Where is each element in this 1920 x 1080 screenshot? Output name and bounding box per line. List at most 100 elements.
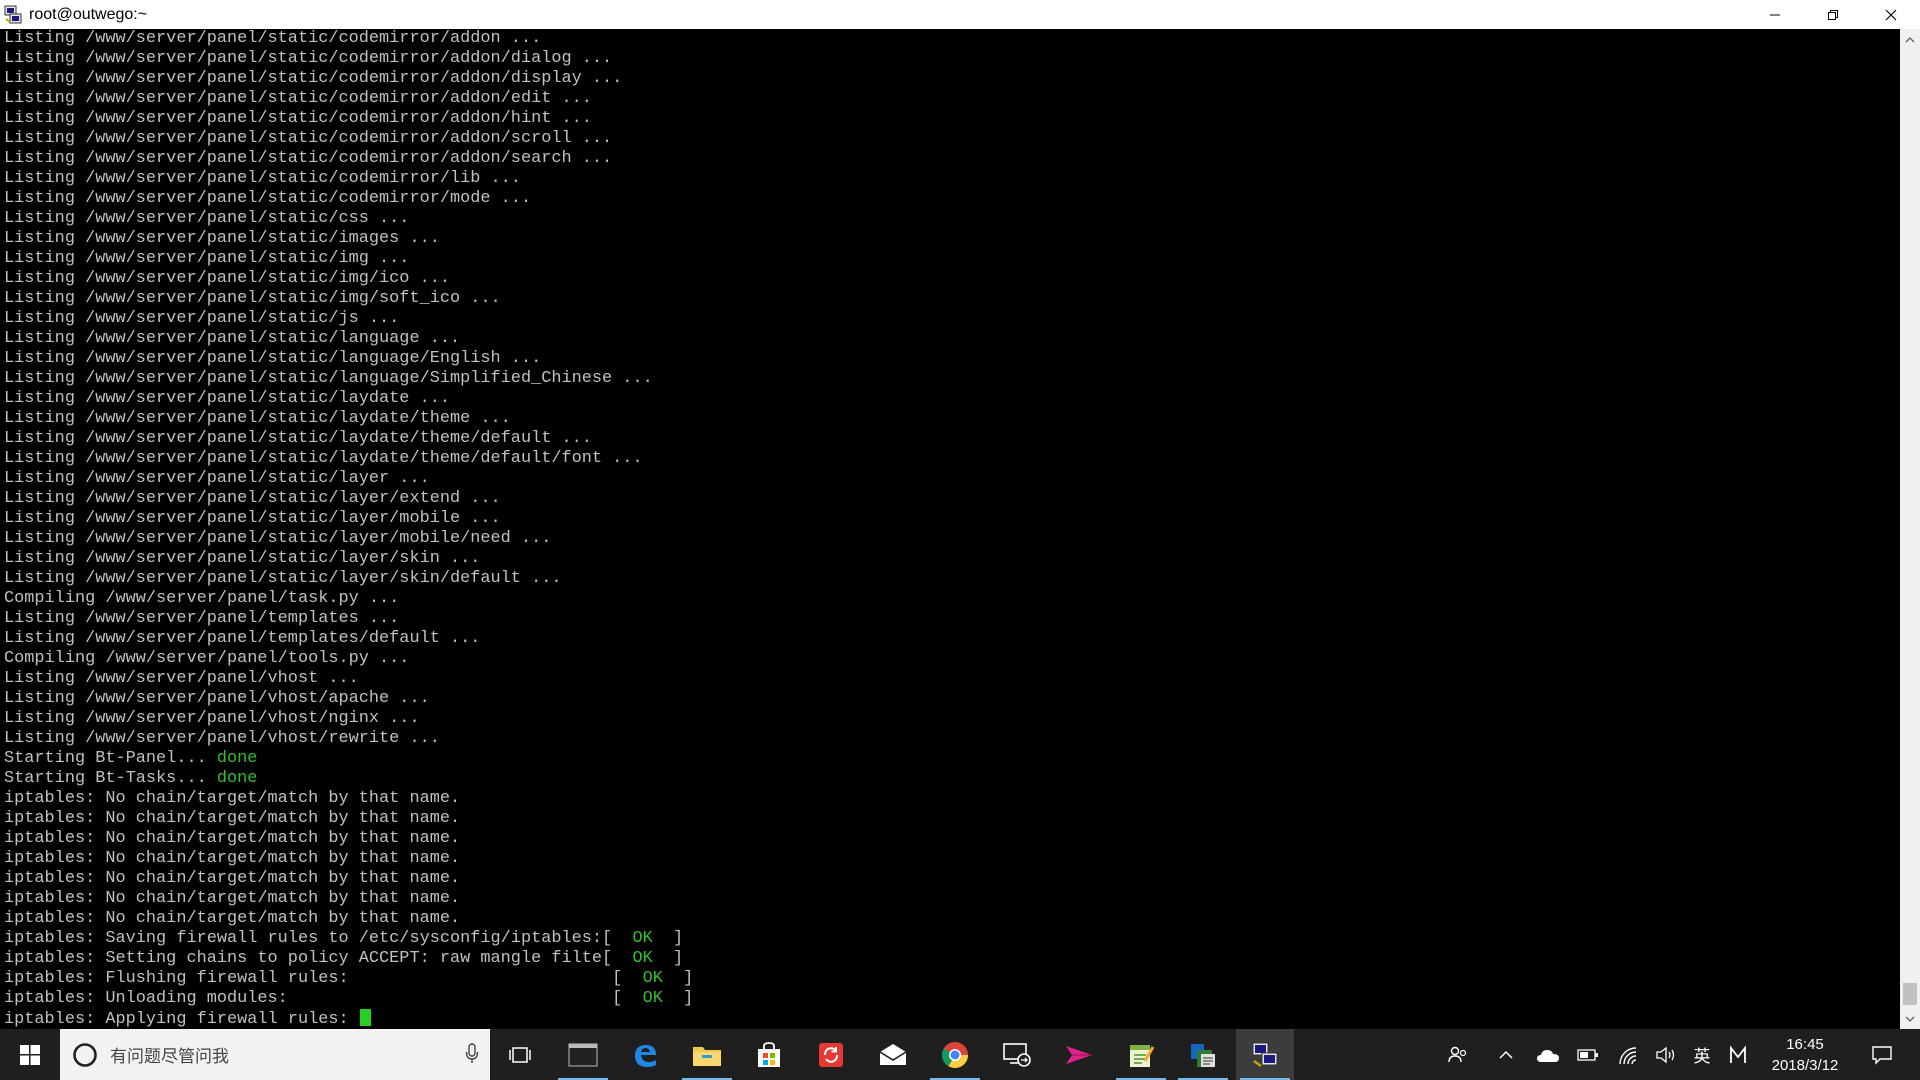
terminal-line-text: Listing /www/server/panel/static/laydate… [4,429,592,448]
terminal-line-text: iptables: Saving firewall rules to /etc/… [4,929,633,948]
chevron-down-icon [1905,1016,1915,1022]
taskbar-app-chrome[interactable] [926,1029,984,1080]
terminal-line: Listing /www/server/panel/static/codemir… [4,189,1900,209]
terminal-line-text: Listing /www/server/panel/static/codemir… [4,189,532,208]
terminal-line-text: Listing /www/server/panel/static/js ... [4,309,400,328]
terminal-line-text: iptables: No chain/target/match by that … [4,909,461,928]
onedrive-button[interactable] [1530,1029,1566,1080]
terminal-line-text: iptables: Flushing firewall rules: [ [4,969,643,988]
terminal-line-text: Listing /www/server/panel/static/layer .… [4,469,430,488]
terminal-line-text: Listing /www/server/panel/static/codemir… [4,169,521,188]
action-center-button[interactable] [1862,1029,1902,1080]
terminal-line: iptables: No chain/target/match by that … [4,889,1900,909]
clock-date: 2018/3/12 [1771,1057,1839,1074]
taskbar-app-putty[interactable] [1236,1029,1294,1080]
network-button[interactable] [1612,1029,1644,1080]
notification-icon [1872,1045,1892,1065]
taskbar-app-edge[interactable] [616,1029,674,1080]
terminal-line-text: Listing /www/server/panel/templates ... [4,609,400,628]
terminal-line: Listing /www/server/panel/static/js ... [4,309,1900,329]
scroll-thumb[interactable] [1903,983,1917,1005]
terminal-line: Listing /www/server/panel/static/images … [4,229,1900,249]
battery-icon [1577,1048,1598,1061]
mail-icon [879,1043,907,1065]
taskbar-app-send[interactable] [1050,1029,1108,1080]
terminal-line-text: Listing /www/server/panel/static/languag… [4,369,653,388]
putty-icon [4,5,22,23]
vertical-scrollbar[interactable] [1900,29,1920,1029]
store-icon [758,1041,780,1067]
terminal-lines: Listing /www/server/panel/static/codemir… [0,29,1900,1029]
terminal-line-text: Listing /www/server/panel/static/layer/s… [4,549,481,568]
terminal-status: OK [642,989,663,1008]
people-button[interactable] [1440,1029,1476,1080]
terminal-line-text: Listing /www/server/panel/static/laydate… [4,409,511,428]
terminal-line-text: Compiling /www/server/panel/task.py ... [4,589,400,608]
taskbar-app-terminal[interactable] [554,1029,612,1080]
show-hidden-icons-button[interactable] [1490,1029,1522,1080]
terminal-line: Listing /www/server/panel/static/layer/e… [4,489,1900,509]
terminal-line: Listing /www/server/panel/static/codemir… [4,149,1900,169]
battery-button[interactable] [1572,1029,1604,1080]
terminal-line-text: Listing /www/server/panel/static/codemir… [4,129,613,148]
taskbar-app-mail[interactable] [864,1029,922,1080]
scroll-up-button[interactable] [1900,31,1920,48]
terminal-line: Listing /www/server/panel/static/codemir… [4,129,1900,149]
volume-button[interactable] [1650,1029,1682,1080]
terminal-line-text: Listing /www/server/panel/static/codemir… [4,49,613,68]
terminal-line-text: Listing /www/server/panel/static/languag… [4,329,461,348]
terminal-line-tail: ] [662,969,694,988]
terminal-line-text: Listing /www/server/panel/static/codemir… [4,29,542,48]
terminal-line-text: Listing /www/server/panel/static/img/ico… [4,269,450,288]
minimize-button[interactable] [1746,0,1804,29]
terminal-output[interactable]: Listing /www/server/panel/static/codemir… [0,29,1900,1029]
terminal-line-text: iptables: No chain/target/match by that … [4,889,461,908]
terminal-status: OK [632,929,653,948]
terminal-line-text: Listing /www/server/panel/vhost ... [4,669,359,688]
terminal-line-text: Listing /www/server/panel/static/layer/e… [4,489,501,508]
input-language-indicator[interactable]: 英 [1688,1029,1716,1080]
clock[interactable]: 16:45 2018/3/12 [1762,1029,1848,1080]
terminal-status: done [216,769,258,788]
close-button[interactable] [1862,0,1920,29]
terminal-line: Listing /www/server/panel/static/img ... [4,249,1900,269]
terminal-line-text: Starting Bt-Tasks... [4,769,217,788]
terminal-line: iptables: No chain/target/match by that … [4,829,1900,849]
chrome-icon [941,1041,969,1068]
terminal-line: Listing /www/server/panel/static/css ... [4,209,1900,229]
terminal-line: iptables: No chain/target/match by that … [4,789,1900,809]
terminal-line: Starting Bt-Panel... done [4,749,1900,769]
terminal-line: iptables: Setting chains to policy ACCEP… [4,949,1900,969]
taskbar-app-sync[interactable] [802,1029,860,1080]
terminal-status: OK [642,969,663,988]
taskbar-app-notepad[interactable] [1112,1029,1170,1080]
microphone-icon[interactable] [464,1042,480,1066]
terminal-line: Listing /www/server/panel/static/codemir… [4,29,1900,49]
terminal-line: Compiling /www/server/panel/tools.py ... [4,649,1900,669]
start-button[interactable] [0,1029,60,1080]
taskbar-app-file-explorer[interactable] [678,1029,736,1080]
terminal-line: iptables: Saving firewall rules to /etc/… [4,929,1900,949]
close-icon [1885,9,1897,20]
taskbar-app-docs[interactable] [1174,1029,1232,1080]
terminal-line: Compiling /www/server/panel/task.py ... [4,589,1900,609]
terminal-line: Starting Bt-Tasks... done [4,769,1900,789]
terminal-line: Listing /www/server/panel/static/layer/s… [4,549,1900,569]
task-view-button[interactable] [500,1029,540,1080]
ime-mode-button[interactable] [1722,1029,1754,1080]
terminal-line-text: iptables: No chain/target/match by that … [4,849,461,868]
scroll-down-button[interactable] [1900,1010,1920,1027]
paper-plane-icon [1066,1045,1092,1064]
search-box[interactable]: 有问题尽管问我 [60,1029,490,1080]
taskbar-app-remote-desktop[interactable] [988,1029,1046,1080]
terminal-line: iptables: No chain/target/match by that … [4,909,1900,929]
terminal-line-text: iptables: No chain/target/match by that … [4,869,461,888]
putty-icon [1252,1042,1278,1067]
terminal-line-tail: ] [652,929,684,948]
windows-logo-icon [20,1044,40,1065]
restore-button[interactable] [1804,0,1862,29]
chevron-up-icon [1905,36,1915,42]
terminal-line: Listing /www/server/panel/static/codemir… [4,49,1900,69]
taskbar-app-store[interactable] [740,1029,798,1080]
terminal-line: Listing /www/server/panel/templates ... [4,609,1900,629]
